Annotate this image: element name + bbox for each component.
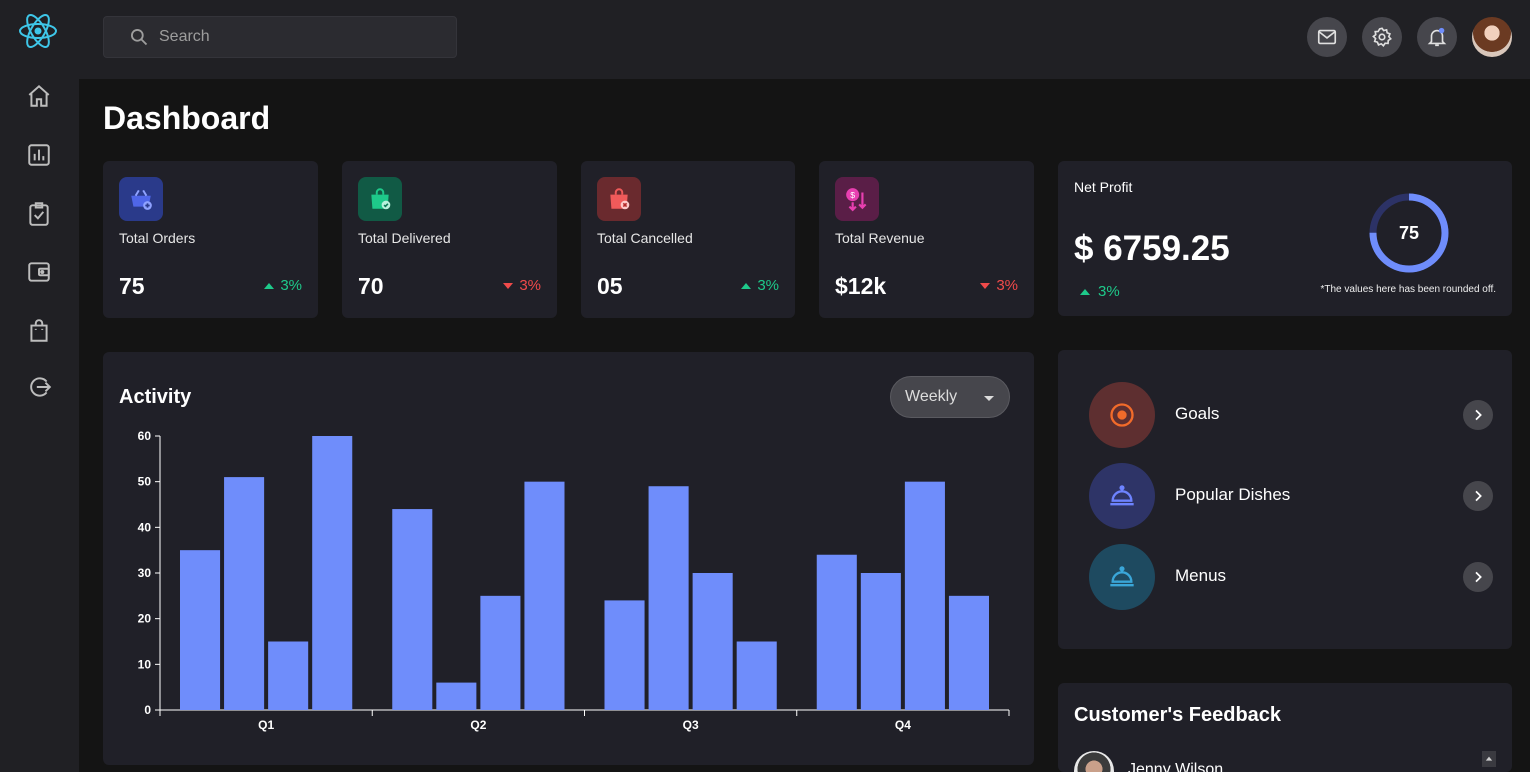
y-tick-label: 50 <box>138 475 152 489</box>
total-delivered-card: Total Delivered 70 3% <box>342 161 557 318</box>
target-icon <box>1089 382 1155 448</box>
chart-bar <box>312 436 353 710</box>
home-icon[interactable] <box>24 81 54 111</box>
progress-ring: 75 <box>1369 193 1449 273</box>
trend-down: 3% <box>503 277 541 294</box>
settings-button[interactable] <box>1362 17 1402 57</box>
search-input[interactable] <box>159 28 439 46</box>
mail-button[interactable] <box>1307 17 1347 57</box>
bell-icon <box>1427 27 1447 47</box>
notifications-button[interactable] <box>1417 17 1457 57</box>
menus-link[interactable]: Menus <box>1089 544 1493 610</box>
y-tick-label: 40 <box>138 520 152 534</box>
link-label: Menus <box>1175 566 1227 585</box>
stat-label: Total Revenue <box>835 230 925 246</box>
trend-up: 3% <box>1080 283 1120 300</box>
chart-bar <box>648 486 689 710</box>
bag-cancel-icon <box>597 177 641 221</box>
svg-text:$: $ <box>850 190 855 200</box>
chart-bar <box>392 509 433 710</box>
chart-bar <box>692 573 733 710</box>
scroll-up-icon[interactable] <box>1482 751 1496 767</box>
chart-bar <box>268 641 309 710</box>
stat-value: $12k <box>835 273 887 299</box>
x-tick-label: Q3 <box>683 718 699 732</box>
arrow-down-icon <box>503 282 514 289</box>
chart-bar <box>224 477 265 710</box>
shopping-bag-icon[interactable] <box>24 316 54 346</box>
chart-bar <box>860 573 901 710</box>
search-bar[interactable] <box>103 16 457 58</box>
total-orders-card: Total Orders 75 3% <box>103 161 318 318</box>
activity-card: Activity Weekly 0 10 20 30 40 50 60 Q1 Q2 Q3 Q4 <box>103 352 1034 765</box>
page-title: Dashboard <box>103 100 271 136</box>
chart-bar <box>948 595 989 710</box>
stat-value: 70 <box>358 273 384 299</box>
total-cancelled-card: Total Cancelled 05 3% <box>581 161 795 318</box>
stat-label: Total Cancelled <box>597 230 693 246</box>
net-profit-card: Net Profit $ 6759.25 3% 75 *The values h… <box>1058 161 1512 316</box>
arrow-down-icon <box>980 282 991 289</box>
stat-value: 75 <box>119 273 145 299</box>
y-tick-label: 30 <box>138 566 152 580</box>
stat-value: 05 <box>597 273 623 299</box>
chart-bar <box>480 595 521 710</box>
chevron-right-icon[interactable] <box>1463 481 1493 511</box>
y-tick-label: 0 <box>144 703 151 717</box>
arrow-up-icon <box>741 282 752 289</box>
menu-cloche-icon <box>1089 544 1155 610</box>
chart-bar <box>436 682 477 710</box>
react-logo-icon[interactable] <box>18 12 58 50</box>
dish-cloche-icon <box>1089 463 1155 529</box>
y-tick-label: 10 <box>138 657 152 671</box>
link-label: Goals <box>1175 404 1220 423</box>
goals-link[interactable]: Goals <box>1089 382 1493 448</box>
gear-icon <box>1372 27 1392 47</box>
search-icon <box>131 29 148 46</box>
x-tick-label: Q1 <box>258 718 274 732</box>
checklist-icon[interactable] <box>24 199 54 229</box>
quick-links-card: Goals Popular Dishes Menus <box>1058 350 1512 649</box>
chevron-right-icon[interactable] <box>1463 400 1493 430</box>
stat-label: Total Orders <box>119 230 196 246</box>
activity-bar-chart: 0 10 20 30 40 50 60 Q1 Q2 Q3 Q4 <box>138 429 1010 732</box>
x-tick-label: Q4 <box>895 718 911 732</box>
rounding-note: *The values here has been rounded off. <box>1320 284 1497 295</box>
customer-feedback-card: Customer's Feedback Jenny Wilson <box>1058 683 1512 772</box>
trend-up: 3% <box>264 277 302 294</box>
net-profit-value: $ 6759.25 <box>1074 229 1230 268</box>
chart-bar <box>904 481 945 710</box>
logout-icon[interactable] <box>24 372 54 402</box>
feedback-title: Customer's Feedback <box>1074 704 1282 726</box>
link-label: Popular Dishes <box>1175 485 1291 504</box>
y-tick-label: 60 <box>138 429 152 443</box>
user-avatar[interactable] <box>1472 17 1512 57</box>
sidebar <box>0 0 79 772</box>
wallet-icon[interactable] <box>24 257 54 287</box>
arrow-up-icon <box>264 282 275 289</box>
x-tick-label: Q2 <box>470 718 486 732</box>
chart-bar <box>736 641 777 710</box>
trend-up: 3% <box>741 277 779 294</box>
arrow-up-icon <box>1080 288 1090 295</box>
popular-dishes-link[interactable]: Popular Dishes <box>1089 463 1493 529</box>
reviewer-name: Jenny Wilson <box>1128 761 1224 772</box>
trend-down: 3% <box>980 277 1018 294</box>
net-profit-label: Net Profit <box>1074 179 1133 195</box>
stat-label: Total Delivered <box>358 230 451 246</box>
reviewer-avatar <box>1074 751 1114 772</box>
progress-ring-value: 75 <box>1399 223 1419 243</box>
bag-check-icon <box>358 177 402 221</box>
total-revenue-card: $ Total Revenue $12k 3% <box>819 161 1034 318</box>
analytics-icon[interactable] <box>24 140 54 170</box>
chart-bar <box>604 600 645 710</box>
basket-add-icon <box>119 177 163 221</box>
mail-icon <box>1317 29 1337 45</box>
revenue-down-icon: $ <box>835 177 879 221</box>
chart-bar <box>524 481 565 710</box>
chevron-right-icon[interactable] <box>1463 562 1493 592</box>
chart-bar <box>180 550 221 710</box>
chart-bar <box>816 554 857 710</box>
y-tick-label: 20 <box>138 612 152 626</box>
